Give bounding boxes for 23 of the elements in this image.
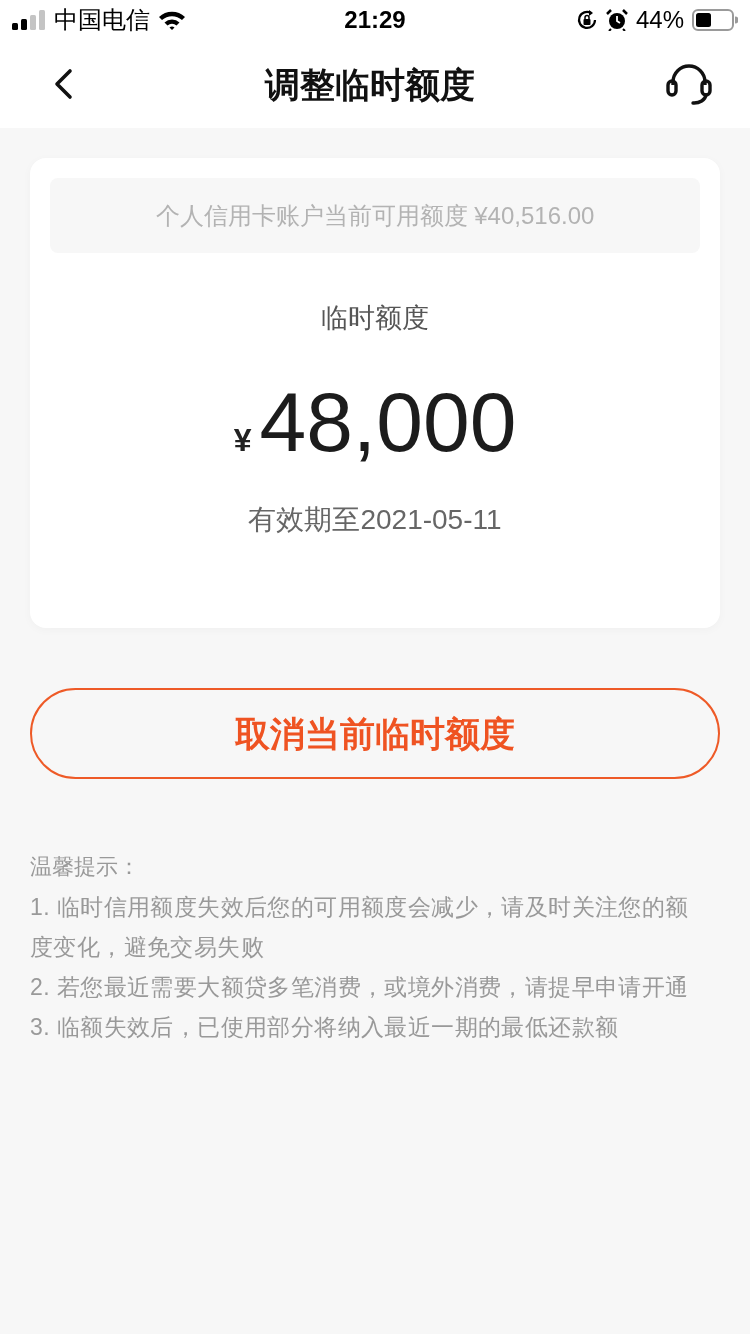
back-chevron-icon bbox=[52, 68, 74, 100]
clock-time: 21:29 bbox=[344, 8, 406, 32]
battery-percent: 44% bbox=[635, 8, 684, 32]
currency-symbol: ¥ bbox=[233, 424, 252, 456]
headset-icon bbox=[666, 63, 712, 105]
carrier-name: 中国电信 bbox=[54, 8, 150, 32]
customer-service-button[interactable] bbox=[666, 63, 712, 105]
tip-text: 2. 若您最近需要大额贷多笔消费，或境外消费，请提早申请开通 bbox=[30, 973, 690, 1002]
tip-text: 1. 临时信用额度失效后您的可用额度会减少，请及时关注您的额度变化，避免交易失败 bbox=[30, 893, 690, 962]
temporary-limit-label: 临时额度 bbox=[321, 305, 429, 332]
cancel-limit-button[interactable]: 取消当前临时额度 bbox=[30, 688, 720, 779]
alarm-clock-icon bbox=[605, 9, 628, 31]
temporary-limit-amount: 48,000 bbox=[259, 380, 517, 464]
rotation-lock-icon bbox=[575, 9, 598, 31]
wifi-icon bbox=[158, 10, 186, 30]
validity-date: 有效期至2021-05-11 bbox=[248, 506, 502, 534]
signal-icon bbox=[12, 10, 46, 30]
battery-icon bbox=[692, 9, 738, 31]
page-title: 调整临时额度 bbox=[265, 66, 475, 102]
tips-heading: 温馨提示： bbox=[30, 853, 141, 881]
tip-text: 3. 临额失效后，已使用部分将纳入最近一期的最低还款额 bbox=[30, 1013, 620, 1042]
available-limit-text: 个人信用卡账户当前可用额度 ¥40,516.00 bbox=[155, 203, 595, 228]
back-button[interactable] bbox=[52, 68, 74, 100]
